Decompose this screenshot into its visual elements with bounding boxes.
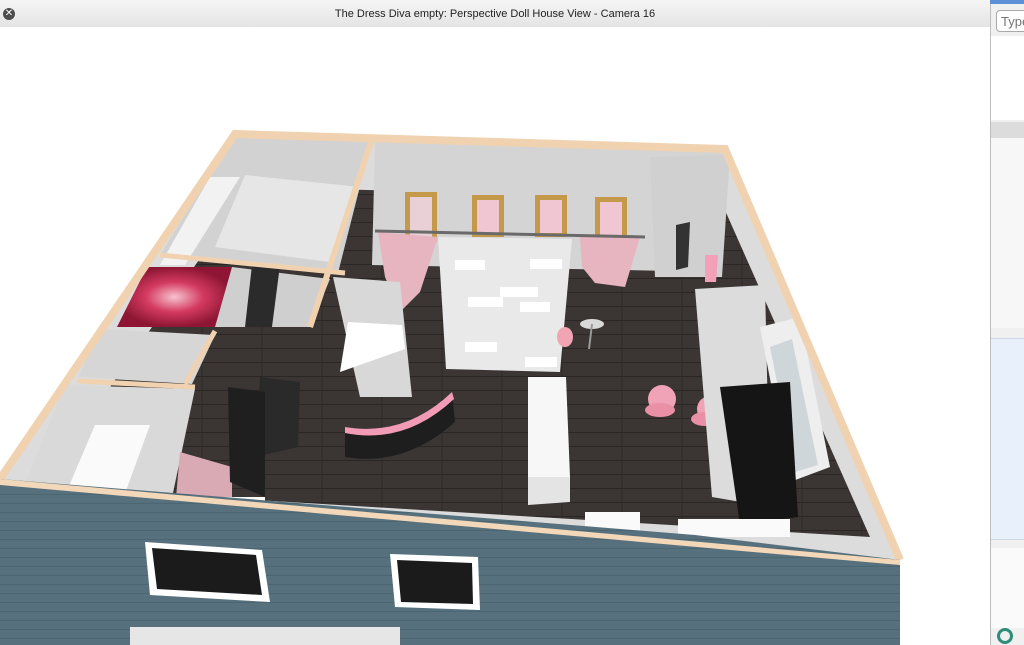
panel-section-selected[interactable] [991, 338, 1024, 540]
window-title: The Dress Diva empty: Perspective Doll H… [334, 8, 656, 20]
doll-house-render[interactable] [0, 27, 990, 645]
help-icon[interactable] [997, 628, 1013, 644]
panel-section-top [991, 36, 1024, 120]
panel-header-bar [991, 122, 1024, 138]
window-titlebar: ✕ The Dress Diva empty: Perspective Doll… [0, 0, 990, 28]
center-counter [528, 377, 570, 477]
panel-section-bottom [991, 548, 1024, 628]
search-input[interactable] [996, 10, 1024, 32]
panel-section-list [991, 138, 1024, 328]
right-back-room [650, 155, 730, 277]
side-panel [990, 4, 1024, 645]
display-wall [438, 237, 572, 372]
3d-view-canvas[interactable] [0, 27, 990, 645]
